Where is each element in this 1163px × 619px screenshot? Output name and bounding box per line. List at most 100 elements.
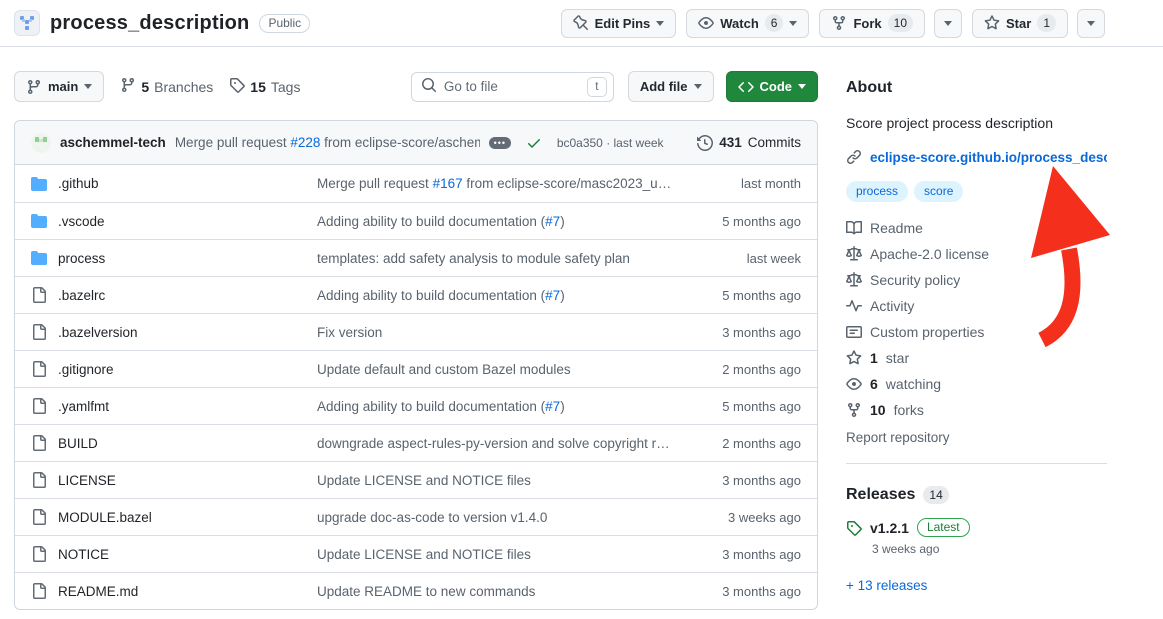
commit-message-link[interactable]: upgrade doc-as-code to version v1.4.0	[317, 510, 547, 525]
file-name-link[interactable]: .vscode	[58, 214, 105, 229]
commit-message-text: Update default and custom Bazel modules	[317, 362, 571, 377]
more-releases-link[interactable]: + 13 releases	[846, 578, 927, 593]
fork-dropdown-button[interactable]	[934, 9, 962, 38]
commit-message-text: Update LICENSE and NOTICE files	[317, 547, 531, 562]
chevron-down-icon	[1087, 21, 1095, 26]
info-label: star	[886, 350, 909, 366]
about-info-item[interactable]: 10 forks	[846, 402, 1107, 418]
add-file-button[interactable]: Add file	[628, 71, 714, 102]
pr-number-link[interactable]: #7	[545, 288, 560, 303]
watch-button[interactable]: Watch 6	[686, 9, 809, 38]
code-button[interactable]: Code	[726, 71, 819, 102]
go-to-file-search[interactable]: t	[411, 72, 614, 102]
commit-message-link[interactable]: Merge pull request #167 from eclipse-sco…	[317, 176, 671, 191]
pr-number-link[interactable]: #228	[290, 135, 320, 150]
website-link[interactable]: eclipse-score.github.io/process_descr…	[870, 150, 1107, 165]
folder-icon	[31, 213, 47, 229]
commit-message-link[interactable]: Adding ability to build documentation (#…	[317, 214, 565, 229]
table-row: .gitignore Update default and custom Baze…	[15, 350, 817, 387]
search-input[interactable]	[444, 79, 580, 94]
info-count: 10	[870, 402, 886, 418]
about-info-item[interactable]: 6watching	[846, 376, 1107, 392]
commit-message-link[interactable]: Fix version	[317, 325, 382, 340]
file-name-link[interactable]: .github	[58, 176, 99, 191]
file-name-link[interactable]: .bazelversion	[58, 325, 138, 340]
file-name-link[interactable]: BUILD	[58, 436, 98, 451]
commit-sha-time[interactable]: bc0a350 · last week	[557, 136, 664, 150]
star-button[interactable]: Star 1	[972, 9, 1068, 38]
header-actions: Edit Pins Watch 6 Fork 10	[561, 9, 1105, 38]
commit-message-link[interactable]: Update default and custom Bazel modules	[317, 362, 571, 377]
about-info-item[interactable]: Activity	[846, 298, 1107, 314]
about-info-item[interactable]: Apache-2.0 license	[846, 246, 1107, 262]
branches-link[interactable]: 5 Branches	[120, 77, 213, 96]
report-repository-link[interactable]: Report repository	[846, 430, 1107, 445]
commit-message-link[interactable]: Update LICENSE and NOTICE files	[317, 547, 531, 562]
folder-icon	[31, 176, 47, 192]
about-info-item[interactable]: 1star	[846, 350, 1107, 366]
commit-message-link[interactable]: templates: add safety analysis to module…	[317, 251, 630, 266]
file-name-link[interactable]: .yamlfmt	[58, 399, 109, 414]
table-row: .bazelversionFix version3 months ago	[15, 313, 817, 350]
visibility-badge: Public	[259, 14, 310, 33]
tags-link[interactable]: 15 Tags	[229, 77, 300, 96]
check-icon[interactable]	[526, 135, 542, 151]
org-avatar[interactable]	[14, 10, 40, 36]
file-age: 3 months ago	[683, 473, 801, 488]
commit-message-text: )	[560, 399, 565, 414]
commit-message-link[interactable]: Merge pull request #228 from eclipse-sco…	[175, 135, 480, 150]
file-icon	[31, 324, 47, 340]
table-row: .github Merge pull request #167 from ecli…	[15, 165, 817, 202]
commit-message-link[interactable]: Adding ability to build documentation (#…	[317, 288, 565, 303]
commit-message-link[interactable]: Update LICENSE and NOTICE files	[317, 473, 531, 488]
edit-pins-button[interactable]: Edit Pins	[561, 9, 677, 38]
releases-title[interactable]: Releases	[846, 486, 915, 504]
about-info-item[interactable]: Custom properties	[846, 324, 1107, 340]
branch-name: main	[48, 79, 78, 94]
file-table: aschemmel-tech Merge pull request #228 f…	[14, 120, 818, 610]
branch-selector[interactable]: main	[14, 71, 104, 102]
file-age: 5 months ago	[683, 399, 801, 414]
commit-author[interactable]: aschemmel-tech	[60, 135, 166, 150]
info-label: Security policy	[870, 272, 960, 288]
topics-list: process score	[846, 181, 1107, 202]
file-name-link[interactable]: .gitignore	[58, 362, 114, 377]
avatar[interactable]	[31, 133, 51, 153]
pr-number-link[interactable]: #167	[433, 176, 463, 191]
commit-message-link[interactable]: Adding ability to build documentation (#…	[317, 399, 565, 414]
file-icon	[31, 361, 47, 377]
fork-button[interactable]: Fork 10	[819, 9, 925, 38]
commit-message-link[interactable]: Update README to new commands	[317, 584, 535, 599]
commit-message-text: Adding ability to build documentation (	[317, 399, 545, 414]
law-icon	[846, 272, 862, 288]
pr-number-link[interactable]: #7	[545, 214, 560, 229]
repo-description: Score project process description	[846, 113, 1107, 133]
pr-number-link[interactable]: #7	[545, 399, 560, 414]
info-label: forks	[894, 402, 924, 418]
file-icon	[31, 472, 47, 488]
expand-commit-message-button[interactable]: •••	[489, 137, 511, 149]
topic-pill[interactable]: score	[914, 181, 963, 202]
chevron-down-icon	[798, 84, 806, 89]
file-name-link[interactable]: MODULE.bazel	[58, 510, 152, 525]
topic-pill[interactable]: process	[846, 181, 908, 202]
commit-message-text: Fix version	[317, 325, 382, 340]
git-branch-icon	[120, 77, 136, 96]
file-name-link[interactable]: process	[58, 251, 105, 266]
commit-message-link[interactable]: downgrade aspect-rules-py-version and so…	[317, 436, 670, 451]
latest-release-link[interactable]: v1.2.1 Latest	[846, 518, 1107, 537]
star-dropdown-button[interactable]	[1077, 9, 1105, 38]
code-label: Code	[760, 79, 793, 94]
about-info-item[interactable]: Security policy	[846, 272, 1107, 288]
file-name-link[interactable]: .bazelrc	[58, 288, 105, 303]
page-title[interactable]: process_description	[50, 12, 249, 35]
about-info-item[interactable]: Readme	[846, 220, 1107, 236]
file-age: last month	[683, 176, 801, 191]
file-name-link[interactable]: LICENSE	[58, 473, 116, 488]
table-row: .yamlfmt Adding ability to build document…	[15, 387, 817, 424]
commit-history-link[interactable]: 431 Commits	[697, 135, 801, 151]
pin-icon	[573, 15, 589, 31]
file-name-link[interactable]: README.md	[58, 584, 138, 599]
table-row: LICENSE Update LICENSE and NOTICE files 3 …	[15, 461, 817, 498]
file-name-link[interactable]: NOTICE	[58, 547, 109, 562]
